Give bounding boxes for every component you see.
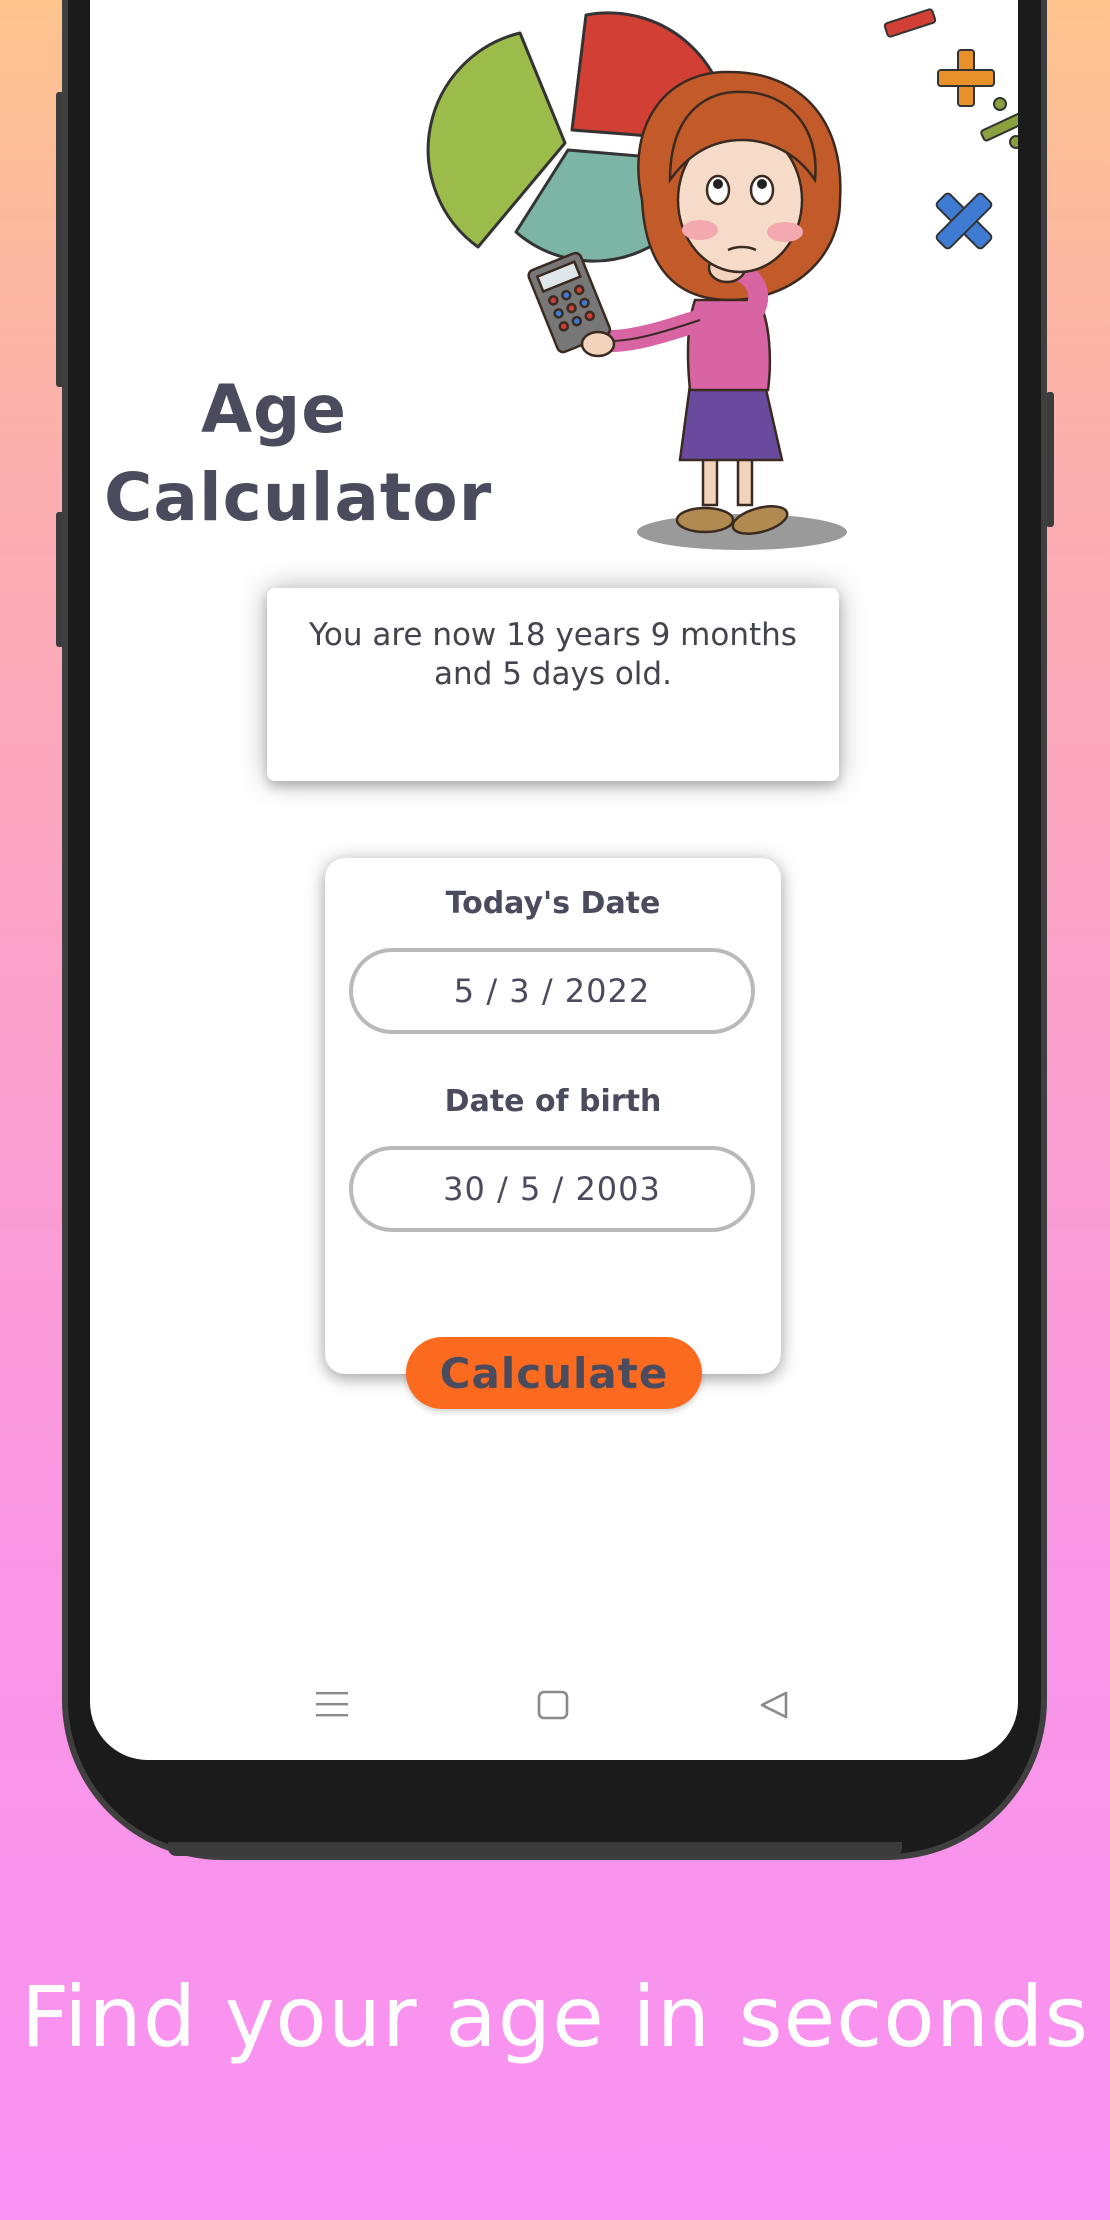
today-date-label: Today's Date — [445, 886, 661, 921]
result-message: You are now 18 years 9 months and 5 days… — [309, 617, 797, 692]
app-title-line-1: Age — [200, 371, 348, 448]
plus-symbol-illustration — [937, 49, 995, 107]
home-square-icon[interactable] — [537, 1690, 569, 1720]
girl-illustration — [527, 70, 847, 550]
calculate-button[interactable]: Calculate — [406, 1337, 702, 1409]
percent-symbol-illustration — [980, 97, 1018, 149]
phone-mockup: Age Calculator You are now 18 years 9 mo… — [0, 0, 1110, 1900]
app-title: Age Calculator — [104, 366, 493, 542]
app-screen: Age Calculator You are now 18 years 9 mo… — [90, 0, 1018, 1760]
menu-icon[interactable] — [315, 1690, 349, 1720]
date-of-birth-field[interactable]: 30 / 5 / 2003 — [349, 1146, 755, 1232]
date-of-birth-label: Date of birth — [444, 1084, 662, 1119]
result-card: You are now 18 years 9 months and 5 days… — [267, 588, 839, 781]
marketing-tagline: Find your age in seconds — [20, 1968, 1090, 2066]
date-input-card: Today's Date 5 / 3 / 2022 Date of birth … — [325, 858, 781, 1374]
phone-chin — [168, 1842, 902, 1856]
today-date-field[interactable]: 5 / 3 / 2022 — [349, 948, 755, 1034]
phone-side-button — [1046, 392, 1054, 527]
app-title-line-2: Calculator — [104, 459, 493, 536]
multiply-symbol-illustration — [935, 192, 993, 250]
minus-symbol-illustration — [883, 8, 937, 38]
back-triangle-icon[interactable] — [758, 1690, 790, 1720]
